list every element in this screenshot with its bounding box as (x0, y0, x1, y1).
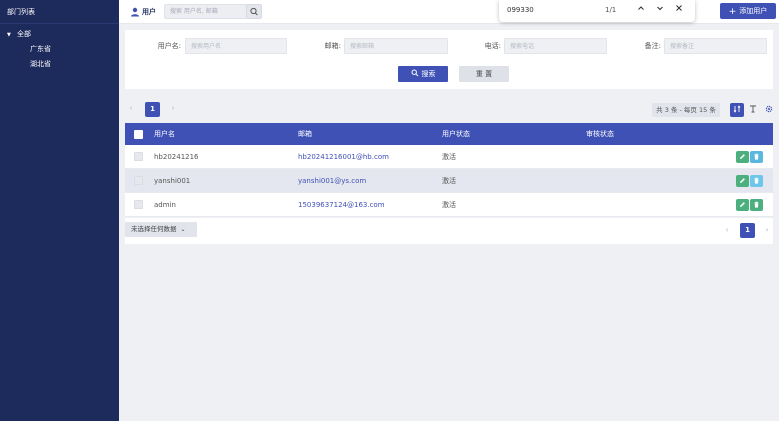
find-close-button[interactable] (673, 4, 685, 16)
table-row[interactable]: yanshi001 yanshi001@ys.com 激活 (125, 169, 773, 193)
select-all-checkbox[interactable] (134, 130, 143, 139)
trash-icon (754, 177, 759, 184)
email-field[interactable] (344, 38, 448, 54)
quick-search-input[interactable] (165, 5, 241, 18)
reset-button[interactable]: 重 置 (459, 66, 509, 82)
pencil-icon (740, 202, 745, 207)
page-1-button[interactable]: 1 (145, 102, 160, 117)
edit-button[interactable] (736, 151, 749, 163)
cell-username: admin (154, 201, 176, 209)
column-settings-button[interactable] (730, 103, 744, 117)
cell-email[interactable]: yanshi001@ys.com (298, 169, 366, 193)
column-header-status[interactable]: 用户状态 (442, 123, 470, 145)
close-icon (676, 5, 682, 11)
phone-field[interactable] (504, 38, 607, 54)
search-icon (411, 69, 418, 77)
chevron-down-icon: ⌄ (180, 226, 186, 233)
add-user-button[interactable]: + 添加用户 (720, 3, 776, 19)
find-previous-button[interactable] (635, 4, 647, 16)
cell-email[interactable]: 15039637124@163.com (298, 193, 385, 217)
page-1-button[interactable]: 1 (740, 223, 755, 238)
row-checkbox[interactable] (134, 152, 143, 161)
column-header-review[interactable]: 审核状态 (586, 123, 614, 145)
remark-field[interactable] (664, 38, 767, 54)
column-header-username[interactable]: 用户名 (154, 123, 175, 145)
row-checkbox[interactable] (134, 176, 143, 185)
text-height-icon (750, 105, 756, 113)
tree-node-all[interactable]: ▼ 全部 (0, 27, 119, 42)
find-in-page-bar: 099330 1/1 (499, 0, 695, 22)
text-size-button[interactable] (746, 103, 760, 117)
cell-status: 激活 (442, 153, 456, 161)
section-label: 用户 (142, 8, 156, 16)
trash-icon (754, 201, 759, 208)
caret-down-icon[interactable]: ▼ (7, 28, 17, 43)
find-next-button[interactable] (654, 4, 666, 16)
gear-icon (765, 105, 773, 113)
prev-page-button[interactable]: ‹ (721, 223, 733, 238)
tree-node-hubei[interactable]: 湖北省 (0, 57, 119, 72)
selection-dropdown[interactable]: 未选择任何数据 ⌄ (125, 222, 197, 237)
username-label: 用户名: (157, 42, 181, 50)
search-button[interactable]: 搜索 (398, 66, 448, 82)
row-checkbox[interactable] (134, 200, 143, 209)
remark-label: 备注: (644, 42, 661, 50)
cell-username: hb20241216 (154, 153, 199, 161)
table-footer: 未选择任何数据 ⌄ ‹ 1 › (125, 218, 773, 244)
cell-email[interactable]: hb20241216001@hb.com (298, 145, 389, 169)
tree-node-label: 全部 (17, 30, 31, 38)
total-count-info: 共 3 条 - 每页 15 条 (652, 103, 720, 117)
delete-button[interactable] (750, 151, 763, 163)
pencil-icon (740, 154, 745, 159)
user-icon (131, 7, 139, 17)
table-header: 用户名 邮箱 用户状态 审核状态 (125, 123, 773, 145)
column-header-email[interactable]: 邮箱 (298, 123, 312, 145)
settings-button[interactable] (762, 103, 776, 117)
department-sidebar: 部门列表 ▼ 全部 广东省 湖北省 (0, 0, 119, 421)
username-field[interactable] (185, 38, 287, 54)
find-input[interactable]: 099330 (507, 0, 534, 20)
cell-status: 激活 (442, 201, 456, 209)
cell-status: 激活 (442, 177, 456, 185)
chevron-down-icon (657, 6, 663, 11)
trash-icon (754, 153, 759, 160)
next-page-button[interactable]: › (761, 223, 773, 238)
filter-panel: 用户名: 邮箱: 电话: 备注: 搜索 重 置 (125, 30, 773, 89)
quick-search-button[interactable] (246, 4, 262, 19)
plus-icon: + (728, 7, 737, 17)
prev-page-button[interactable]: ‹ (125, 101, 137, 116)
phone-label: 电话: (484, 42, 501, 50)
tree-node-guangdong[interactable]: 广东省 (0, 42, 119, 57)
quick-search (164, 4, 247, 19)
delete-button[interactable] (750, 199, 763, 211)
search-icon (250, 7, 258, 16)
sort-icon (733, 105, 741, 113)
table-row[interactable]: hb20241216 hb20241216001@hb.com 激活 (125, 145, 773, 169)
edit-button[interactable] (736, 175, 749, 187)
cell-username: yanshi001 (154, 177, 191, 185)
table-row[interactable]: admin 15039637124@163.com 激活 (125, 193, 773, 217)
chevron-up-icon (638, 6, 644, 10)
pencil-icon (740, 178, 745, 183)
edit-button[interactable] (736, 199, 749, 211)
delete-button[interactable] (750, 175, 763, 187)
main-content: 用户 +添加用户 用户名: 邮箱: 电话: 备注: 搜索 重 置 (119, 0, 779, 421)
sidebar-title: 部门列表 (0, 0, 119, 24)
email-label: 邮箱: (324, 42, 341, 50)
user-table: 用户名 邮箱 用户状态 审核状态 hb20241216 hb2024121600… (125, 123, 773, 217)
next-page-button[interactable]: › (167, 101, 179, 116)
find-match-count: 1/1 (605, 6, 617, 14)
